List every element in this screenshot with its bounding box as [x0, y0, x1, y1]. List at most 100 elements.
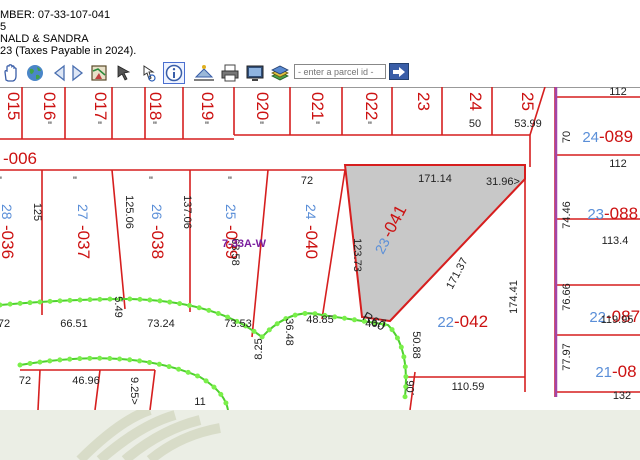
lot-number-label: 019 [198, 92, 217, 120]
dimension-label: 66.51 [60, 318, 88, 330]
info-icon[interactable] [163, 62, 185, 84]
dimension-label: 73.53 [224, 318, 252, 330]
parcel-038-label: -038 [148, 225, 167, 259]
dimension-label: 76.66 [561, 283, 573, 311]
road-r60-centerline [0, 297, 407, 398]
lot-number-label: 22 [437, 314, 454, 331]
ditto-mark: " [153, 120, 157, 132]
dimension-label: 123.73 [351, 238, 363, 272]
measure-icon[interactable] [137, 62, 159, 84]
parcel-map-canvas[interactable]: 015 016 017 018 019 020 021 022 23 24 25 " " " " " " " 50 5… [0, 87, 640, 410]
dimension-label: 72 [19, 375, 31, 387]
dimension-label: 46.96 [72, 375, 100, 387]
lot-number-label: 015 [4, 92, 23, 120]
map-footer-watermark [0, 410, 640, 460]
parcel-086-label: -08 [612, 362, 637, 381]
parcel-map[interactable]: 015 016 017 018 019 020 021 022 23 24 25 " " " " " " " 50 5… [0, 87, 640, 410]
lot-number-label: 28 [0, 204, 15, 220]
pan-icon[interactable] [0, 62, 22, 84]
dimension-label: 72 [0, 318, 10, 330]
dimension-label: 31.96> [486, 176, 520, 188]
dimension-label: 70 [561, 131, 573, 143]
dimension-label: 112 [609, 158, 627, 170]
lot-number-label: 25 [223, 204, 239, 220]
ditto-mark: " [73, 175, 77, 187]
lot-number-label: 23 [587, 206, 604, 223]
parcel-088-label: -088 [604, 204, 638, 223]
dimension-label: 50 [469, 118, 481, 130]
dimension-label: 110.59 [452, 381, 485, 393]
lot-number-label: 017 [91, 92, 110, 120]
lot-number-label: 020 [253, 92, 272, 120]
ditto-mark: " [228, 175, 232, 187]
dimension-label: 9.25> [128, 377, 140, 405]
parcel-search-input[interactable] [294, 64, 386, 79]
lot-number-label: 26 [149, 204, 165, 220]
dimension-label: 8.25 [253, 338, 265, 359]
dimension-label: .06 [405, 380, 417, 395]
dimension-label: 125 [31, 203, 43, 221]
map-toolbar [0, 60, 640, 88]
ditto-mark: " [48, 120, 52, 132]
ditto-mark: " [98, 120, 102, 132]
dimension-label: 36.48 [283, 318, 295, 346]
block-006-label: -006 [3, 149, 37, 168]
dimension-label: 73.24 [147, 318, 175, 330]
dimension-label: 11 [194, 396, 205, 408]
lot-number-label: 27 [75, 204, 91, 220]
dimension-label: 72 [301, 175, 313, 187]
lot-number-label: 24 [466, 92, 485, 111]
ditto-mark: " [149, 175, 153, 187]
tax-year-text: 23 (Taxes Payable in 2024). [0, 45, 137, 57]
layers-icon[interactable] [269, 62, 291, 84]
owner-name-text: NALD & SANDRA [0, 33, 89, 45]
parcel-042-label: -042 [454, 312, 488, 331]
dimension-label: 5.49 [112, 296, 124, 317]
ditto-mark: " [260, 120, 264, 132]
lot-number-label: 24 [303, 204, 319, 220]
lot-number-label: 016 [40, 92, 59, 120]
dimension-label: 50.88 [410, 331, 422, 359]
parcel-number-text: MBER: 07-33-107-041 [0, 9, 111, 21]
dimension-label: 113.4 [602, 235, 629, 247]
subdivision-label: 7-33A-W [222, 238, 267, 250]
dimension-label: 174.41 [508, 280, 520, 314]
dimension-label: 132 [613, 390, 631, 402]
lot-number-label: 21 [595, 364, 612, 381]
lot-number-label: 021 [308, 92, 327, 120]
ditto-mark: " [368, 120, 372, 132]
lot-number-label: 018 [146, 92, 165, 120]
ditto-mark: " [0, 175, 2, 187]
go-arrow-icon[interactable] [389, 63, 409, 80]
lot-number-label: 23 [414, 92, 433, 111]
dimension-label: 137.06 [181, 195, 193, 229]
ditto-mark: " [205, 120, 209, 132]
screen-icon[interactable] [244, 62, 266, 84]
dimension-label: 74.46 [561, 201, 573, 229]
dimension-label: 125.06 [123, 195, 135, 229]
ditto-mark: " [316, 120, 320, 132]
road-r60-dots [0, 296, 409, 400]
parcel-address-text: 5 [0, 21, 7, 33]
globe-icon[interactable] [24, 62, 46, 84]
lot-number-label: 25 [518, 92, 537, 111]
parcel-040-label: -040 [302, 225, 321, 259]
parcel-036-label: -036 [0, 225, 17, 259]
buffer-icon[interactable] [193, 62, 215, 84]
dimension-label: 171.14 [418, 173, 452, 185]
dimension-label: 48.85 [306, 314, 334, 326]
selected-parcel-041[interactable] [343, 164, 526, 323]
print-icon[interactable] [219, 62, 241, 84]
lot-number-label: 24 [582, 129, 599, 146]
parcel-037-label: -037 [74, 225, 93, 259]
dimension-label: 53.99 [514, 118, 542, 130]
map-icon[interactable] [88, 62, 110, 84]
dimension-label: 112 [609, 87, 627, 98]
parcel-089-label: -089 [599, 127, 633, 146]
parcel-info-panel: MBER: 07-33-107-041 5 NALD & SANDRA 23 (… [0, 0, 640, 60]
dimension-label: 77.97 [561, 343, 573, 371]
lot-number-label: 022 [362, 92, 381, 120]
forward-arrow-icon[interactable] [66, 62, 88, 84]
dimension-label: 119.95 [601, 314, 634, 326]
select-pointer-icon[interactable] [113, 62, 135, 84]
